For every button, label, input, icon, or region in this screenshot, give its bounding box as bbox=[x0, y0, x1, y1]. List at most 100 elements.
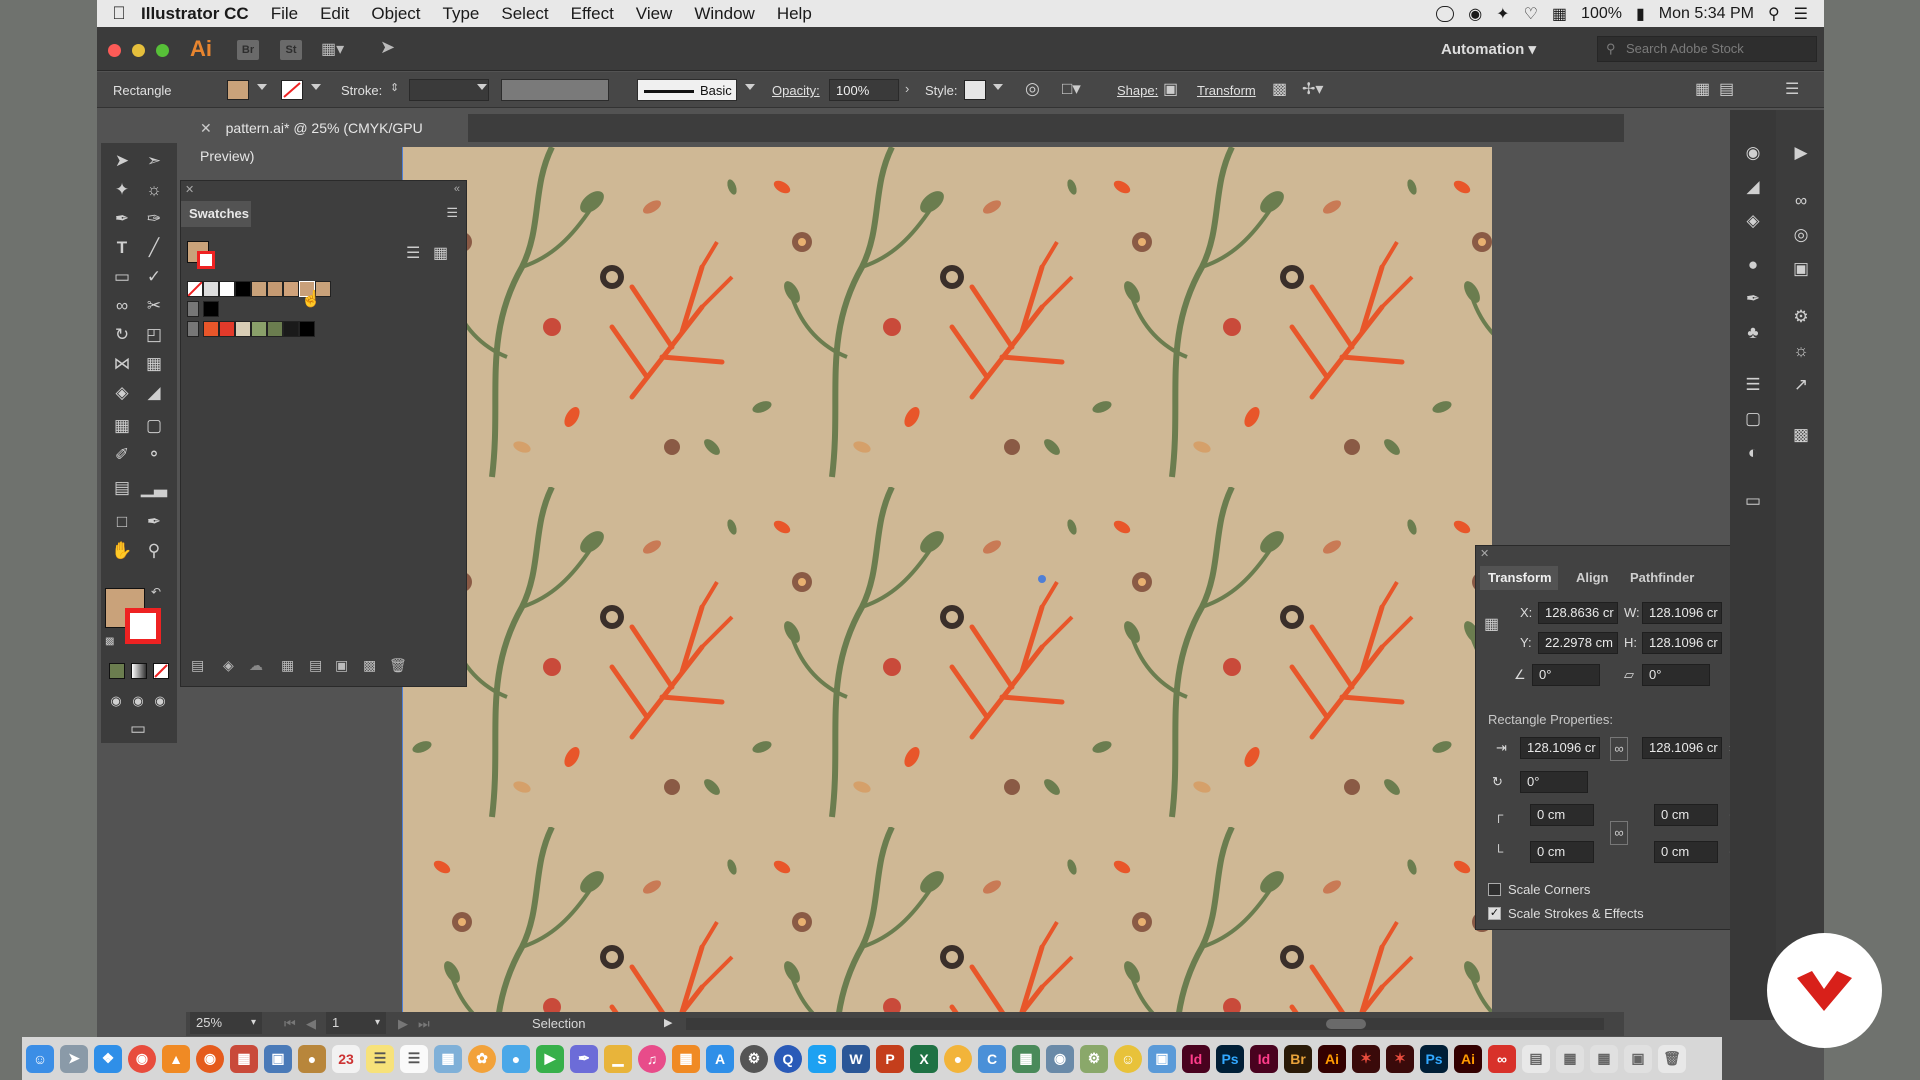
magic-wand-tool-icon[interactable]: ✦ bbox=[107, 177, 137, 203]
coda-icon[interactable]: C bbox=[978, 1044, 1006, 1073]
search-adobe-stock-input[interactable]: ⚲ Search Adobe Stock bbox=[1597, 36, 1817, 62]
last-artboard-icon[interactable]: ⏭ bbox=[418, 1016, 430, 1032]
asset-export-icon[interactable]: ▩ bbox=[1788, 424, 1814, 446]
swatch-pattern-2[interactable] bbox=[267, 281, 283, 297]
h-field[interactable]: 128.1096 cr bbox=[1642, 632, 1722, 654]
transparency-panel-icon[interactable]: ◐ bbox=[1740, 442, 1766, 464]
image-trace-icon[interactable]: ⚙ bbox=[1788, 306, 1814, 328]
curvature-tool-icon[interactable]: ✑ bbox=[139, 206, 169, 232]
recolor-artwork-icon[interactable]: ◎ bbox=[1025, 79, 1040, 99]
corner-br-field[interactable]: 0 cm bbox=[1654, 841, 1718, 863]
swatch-libraries-icon[interactable]: ▤ bbox=[191, 657, 204, 674]
stroke-weight-dropdown-icon[interactable] bbox=[477, 84, 487, 90]
stroke-stepper-icon[interactable]: ⇕ bbox=[390, 81, 399, 94]
perspective-grid-tool-icon[interactable]: ◢ bbox=[139, 380, 169, 406]
notification-center-icon[interactable]: ☰ bbox=[1794, 4, 1808, 24]
brush-dropdown-icon[interactable] bbox=[745, 84, 755, 90]
shape-label[interactable]: Shape: bbox=[1117, 83, 1158, 98]
contacts-icon[interactable]: ● bbox=[298, 1044, 326, 1073]
artboard-number-field[interactable]: 1 ▾ bbox=[326, 1012, 386, 1034]
photoshop-2-icon[interactable]: Ps bbox=[1420, 1044, 1448, 1073]
keynote-icon[interactable]: ▁ bbox=[604, 1044, 632, 1073]
network-utility-icon[interactable]: ◉ bbox=[1046, 1044, 1074, 1073]
wifi-icon[interactable]: ♡ bbox=[1524, 4, 1538, 24]
delete-swatch-icon[interactable]: 🗑 bbox=[389, 657, 407, 674]
cloud-library-icon[interactable]: ☁ bbox=[249, 657, 263, 674]
tab-pathfinder[interactable]: Pathfinder bbox=[1630, 566, 1694, 590]
stroke-color-box[interactable] bbox=[125, 608, 161, 644]
gradient-mode-icon[interactable] bbox=[131, 663, 147, 679]
photoshop-icon[interactable]: Ps bbox=[1216, 1044, 1244, 1073]
column-graph-tool-icon[interactable]: ▁▃ bbox=[139, 475, 169, 501]
creative-cloud-icon[interactable] bbox=[1436, 5, 1455, 22]
document-tab[interactable]: ✕ pattern.ai* @ 25% (CMYK/GPU Preview) bbox=[186, 114, 468, 164]
itunes-icon[interactable]: ♫ bbox=[638, 1044, 666, 1073]
smile-app-icon[interactable]: ☺ bbox=[1114, 1044, 1142, 1073]
links-icon[interactable]: ∞ bbox=[1788, 190, 1814, 212]
bridge-button[interactable]: Br bbox=[237, 40, 259, 60]
eyedropper-tool-icon[interactable]: ✐ bbox=[107, 442, 137, 468]
screen-recorder-icon[interactable]: ▣ bbox=[1148, 1044, 1176, 1073]
minimize-window-icon[interactable] bbox=[132, 44, 145, 57]
direct-selection-tool-icon[interactable]: ➣ bbox=[139, 148, 169, 174]
line-tool-icon[interactable]: ╱ bbox=[139, 235, 169, 261]
grid-view-icon[interactable]: ▦ bbox=[433, 243, 448, 263]
actions-play-icon[interactable]: ▶ bbox=[1788, 142, 1814, 164]
swatch-red[interactable] bbox=[219, 321, 235, 337]
stroke-panel-icon[interactable]: ☰ bbox=[1740, 374, 1766, 396]
arrange-documents-icon[interactable]: ▦▾ bbox=[321, 39, 344, 59]
calendar-app-icon[interactable]: 23 bbox=[332, 1044, 360, 1073]
acrobat-2-icon[interactable]: ✶ bbox=[1386, 1044, 1414, 1073]
default-fill-stroke-icon[interactable]: ▩ bbox=[105, 636, 114, 647]
mesh-tool-icon[interactable]: ▦ bbox=[107, 413, 137, 439]
skype-icon[interactable]: S bbox=[808, 1044, 836, 1073]
menu-app-name[interactable]: Illustrator CC bbox=[141, 4, 249, 24]
zoom-tool-icon[interactable]: ⚲ bbox=[139, 538, 169, 564]
control-menu-icon[interactable]: ☰ bbox=[1785, 79, 1799, 99]
swatch-beige[interactable] bbox=[235, 321, 251, 337]
safari-icon[interactable]: ❖ bbox=[94, 1044, 122, 1073]
record-icon[interactable]: ◉ bbox=[1468, 4, 1482, 24]
swatch-light-green[interactable] bbox=[251, 321, 267, 337]
swap-fill-stroke-icon[interactable]: ↶ bbox=[151, 585, 161, 599]
show-swatch-kinds-icon[interactable]: ▤ bbox=[309, 657, 322, 674]
selection-tool-icon[interactable]: ➤ bbox=[107, 148, 137, 174]
rotate-angle-field[interactable]: 0° bbox=[1532, 664, 1600, 686]
list-view-icon[interactable]: ☰ bbox=[406, 243, 420, 263]
opacity-arrow-icon[interactable]: › bbox=[905, 81, 909, 96]
align-to-icon[interactable]: □▾ bbox=[1062, 79, 1081, 99]
free-transform-tool-icon[interactable]: ▦ bbox=[139, 351, 169, 377]
artboards-panel-icon[interactable]: ▭ bbox=[1740, 490, 1766, 512]
facetime-icon[interactable]: ▶ bbox=[536, 1044, 564, 1073]
menu-effect[interactable]: Effect bbox=[571, 4, 614, 24]
scale-corners-checkbox[interactable] bbox=[1488, 883, 1501, 896]
stroke-dropdown-icon[interactable] bbox=[311, 84, 321, 90]
menu-edit[interactable]: Edit bbox=[320, 4, 349, 24]
align-panel-icon[interactable]: ▤ bbox=[1719, 79, 1734, 99]
swatches-tab[interactable]: Swatches bbox=[181, 201, 251, 227]
workspace-switcher[interactable]: Automation ▾ bbox=[1441, 40, 1536, 58]
zoom-level-field[interactable]: 25% ▾ bbox=[190, 1012, 262, 1034]
grapher-icon[interactable]: ▦ bbox=[1012, 1044, 1040, 1073]
close-panel-icon[interactable]: ✕ bbox=[185, 183, 194, 196]
panel-menu-icon[interactable]: ☰ bbox=[446, 205, 458, 221]
scissors-tool-icon[interactable]: ✂ bbox=[139, 293, 169, 319]
vlc-icon[interactable]: ▲ bbox=[162, 1044, 190, 1073]
horizontal-scrollbar[interactable] bbox=[686, 1018, 1604, 1030]
variable-width-profile[interactable] bbox=[501, 79, 609, 101]
menu-view[interactable]: View bbox=[636, 4, 673, 24]
gpu-rocket-icon[interactable]: ➤ bbox=[380, 37, 395, 58]
swatch-options-icon[interactable]: ▦ bbox=[281, 657, 294, 674]
lasso-tool-icon[interactable]: ☼ bbox=[139, 177, 169, 203]
popcorn-icon[interactable]: ▦ bbox=[230, 1044, 258, 1073]
scale-strokes-checkbox[interactable]: ✓ bbox=[1488, 907, 1501, 920]
scale-tool-icon[interactable]: ◰ bbox=[139, 322, 169, 348]
clock[interactable]: Mon 5:34 PM bbox=[1659, 5, 1754, 23]
close-window-icon[interactable] bbox=[108, 44, 121, 57]
menu-help[interactable]: Help bbox=[777, 4, 812, 24]
swatch-kinds-icon[interactable]: ◈ bbox=[223, 657, 234, 674]
swatch-pattern-3[interactable] bbox=[283, 281, 299, 297]
current-tool-status[interactable]: Selection bbox=[532, 1016, 585, 1031]
gradient-panel-icon[interactable]: ▢ bbox=[1740, 408, 1766, 430]
link-rect-size-icon[interactable]: ∞ bbox=[1610, 737, 1628, 761]
